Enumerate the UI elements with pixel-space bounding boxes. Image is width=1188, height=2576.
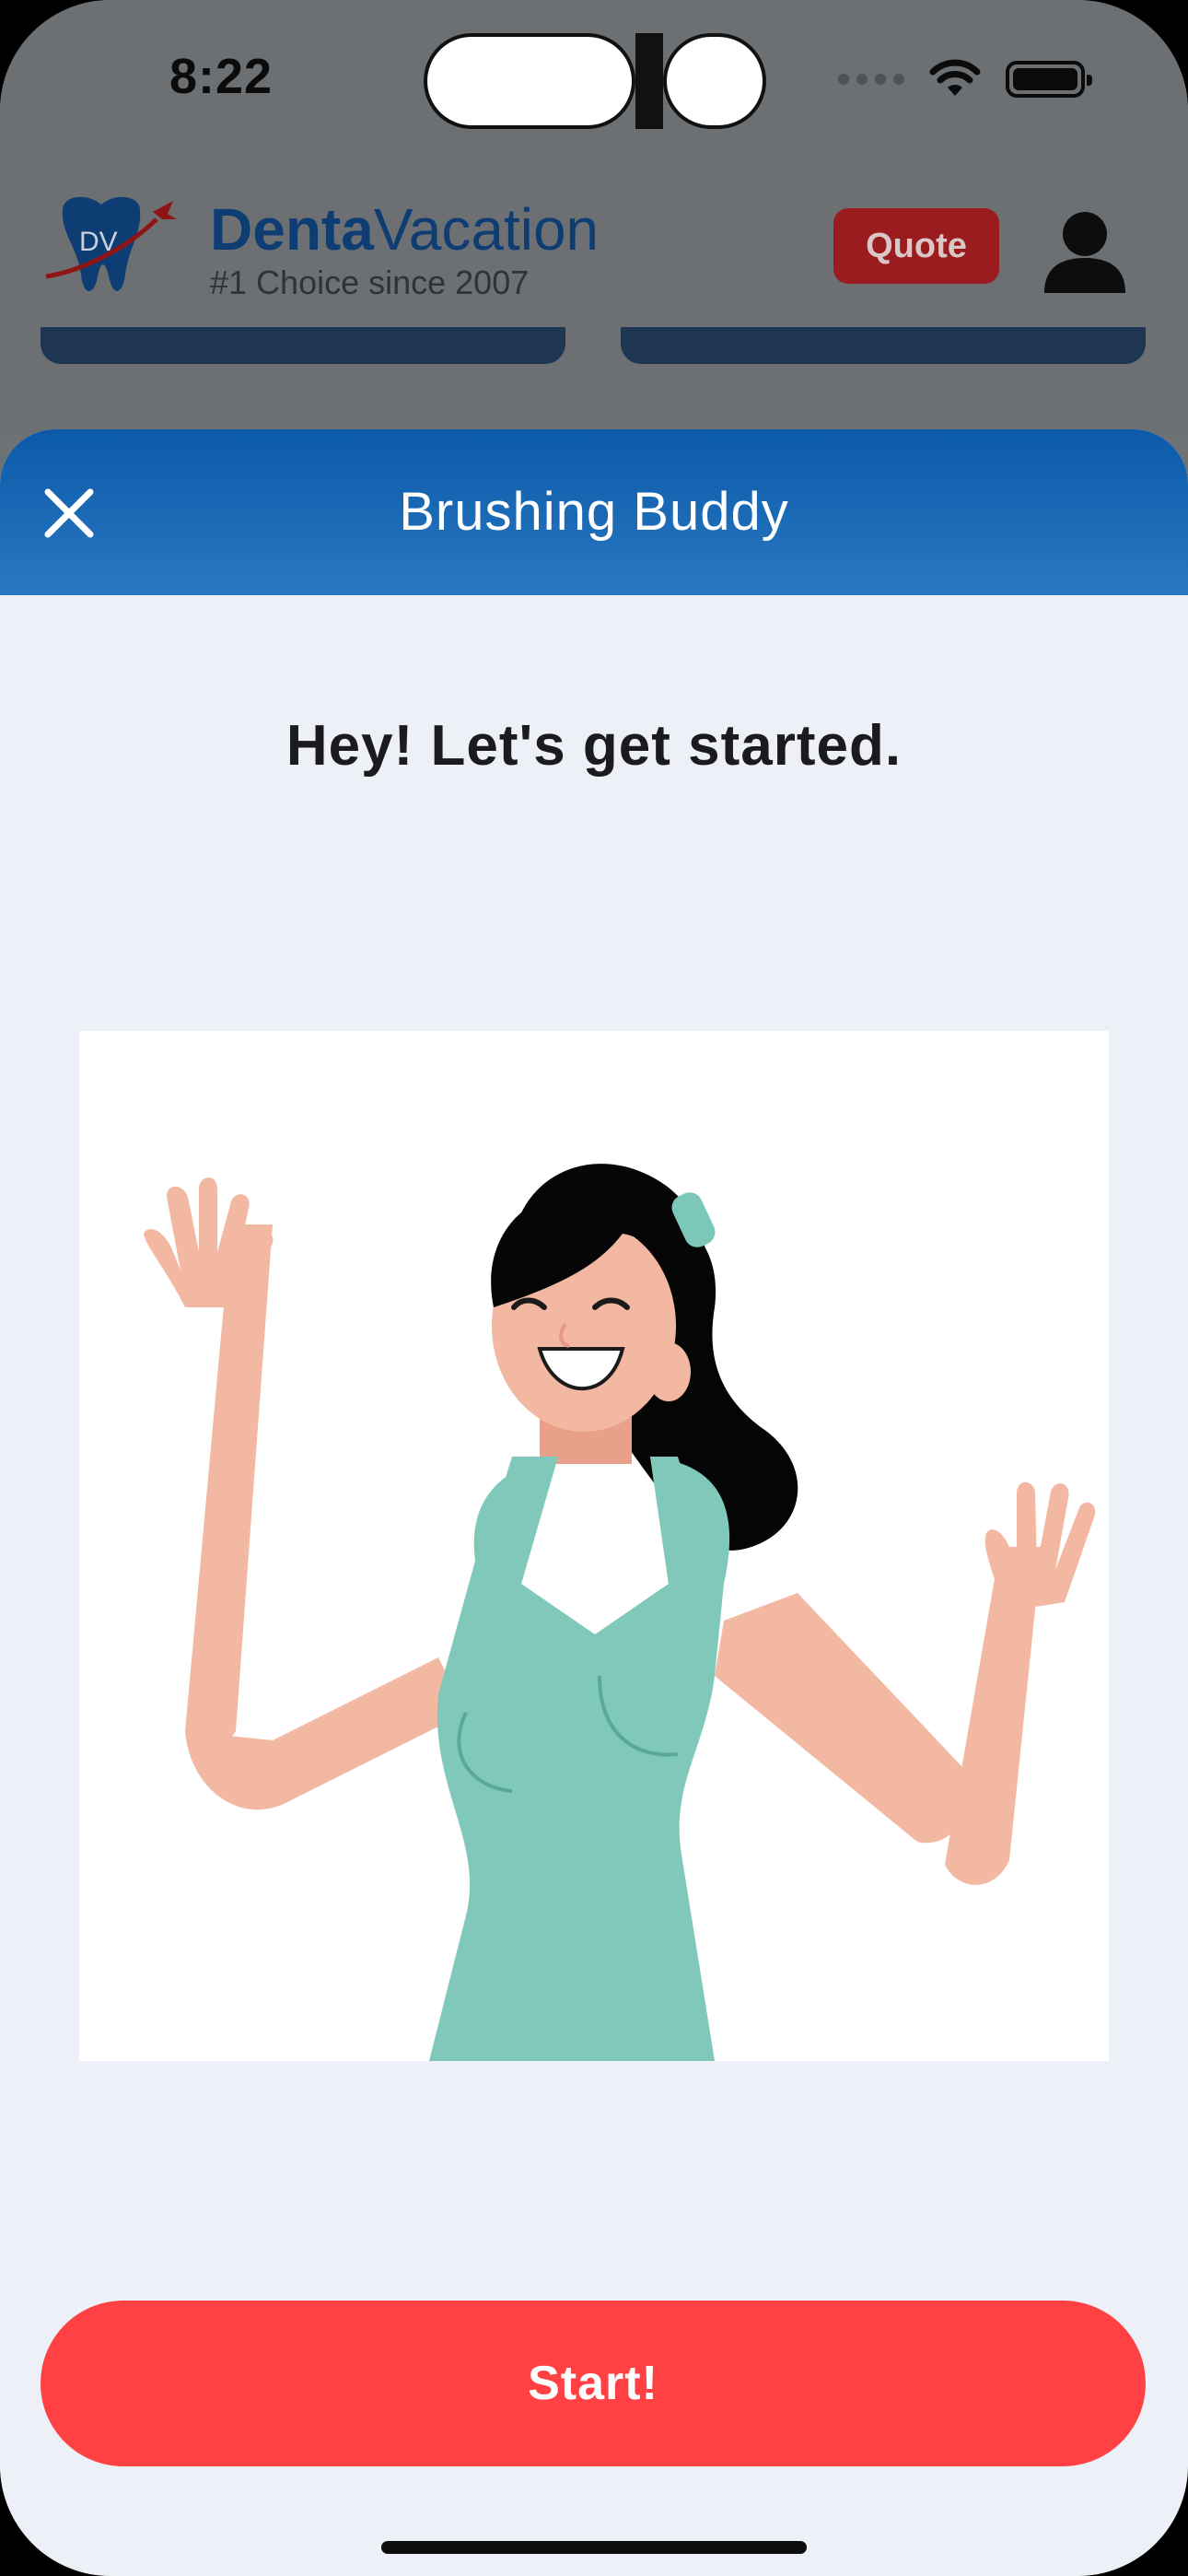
dynamic-island-bridge (635, 33, 663, 129)
brand-name: DentaVacation (210, 195, 599, 263)
start-button[interactable]: Start! (41, 2301, 1146, 2466)
brushing-buddy-sheet: Brushing Buddy Hey! Let's get started. S… (0, 429, 1188, 2576)
background-card-right (621, 327, 1146, 364)
battery-icon (1006, 61, 1092, 98)
phone-screen: 8:22 DV DentaVacation #1 Choice since 20… (0, 0, 1188, 2576)
dynamic-island-left (424, 33, 635, 129)
app-header: DV DentaVacation #1 Choice since 2007 Qu… (0, 175, 1188, 332)
cellular-signal-icon (838, 74, 904, 85)
sheet-header: Brushing Buddy (0, 429, 1188, 595)
waving-woman-image (144, 1164, 1096, 2061)
home-indicator (381, 2541, 807, 2554)
status-icons (838, 59, 1092, 100)
background-card-left (41, 327, 565, 364)
background-cards (0, 327, 1188, 364)
profile-icon[interactable] (1039, 205, 1131, 297)
waving-woman-illustration (79, 1031, 1109, 2061)
status-time: 8:22 (169, 49, 274, 104)
brand-tagline: #1 Choice since 2007 (210, 263, 530, 301)
brand-light: Vacation (373, 196, 600, 263)
quote-button[interactable]: Quote (833, 208, 999, 284)
sheet-title: Brushing Buddy (399, 482, 789, 542)
greeting-heading: Hey! Let's get started. (285, 714, 903, 778)
dynamic-island-right (663, 33, 766, 129)
brand-bold: Denta (210, 196, 374, 263)
wifi-icon (929, 59, 981, 96)
dentavacation-logo-icon: DV (45, 196, 177, 291)
background-app: 8:22 DV DentaVacation #1 Choice since 20… (0, 0, 1188, 433)
